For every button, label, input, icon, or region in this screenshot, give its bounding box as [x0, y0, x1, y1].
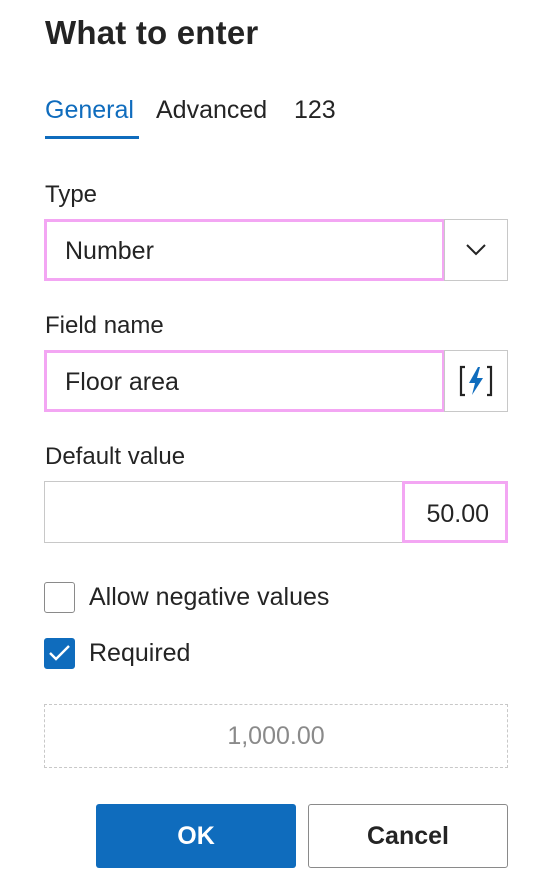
tab-general[interactable]: General — [45, 96, 134, 125]
field-name-input[interactable]: Floor area — [44, 350, 445, 412]
what-to-enter-dialog: What to enter General Advanced 123 Type … — [0, 0, 554, 890]
allow-negative-checkbox[interactable] — [44, 582, 75, 613]
type-select-value: Number — [65, 237, 154, 265]
ok-button[interactable]: OK — [96, 804, 296, 868]
required-label: Required — [89, 639, 191, 667]
chevron-down-icon — [466, 244, 486, 256]
type-select[interactable]: Number — [44, 219, 445, 281]
value-preview: 1,000.00 — [44, 704, 508, 768]
checkmark-icon — [49, 645, 70, 661]
tab-123[interactable]: 123 — [294, 96, 336, 125]
default-value-text: 50.00 — [426, 500, 489, 528]
required-checkbox[interactable] — [44, 638, 75, 669]
default-value-number[interactable]: 50.00 — [402, 481, 508, 543]
field-name-value: Floor area — [65, 368, 179, 396]
type-label: Type — [45, 181, 98, 208]
field-name-label: Field name — [45, 312, 164, 339]
allow-negative-label: Allow negative values — [89, 583, 330, 611]
dynamic-content-button[interactable] — [444, 350, 508, 412]
dialog-title: What to enter — [45, 14, 259, 51]
value-preview-text: 1,000.00 — [227, 721, 325, 750]
dynamic-content-icon — [459, 365, 493, 397]
type-dropdown-button[interactable] — [444, 219, 508, 281]
cancel-button[interactable]: Cancel — [308, 804, 508, 868]
active-tab-indicator — [45, 136, 139, 139]
tab-advanced[interactable]: Advanced — [156, 96, 267, 125]
default-value-label: Default value — [45, 443, 186, 470]
